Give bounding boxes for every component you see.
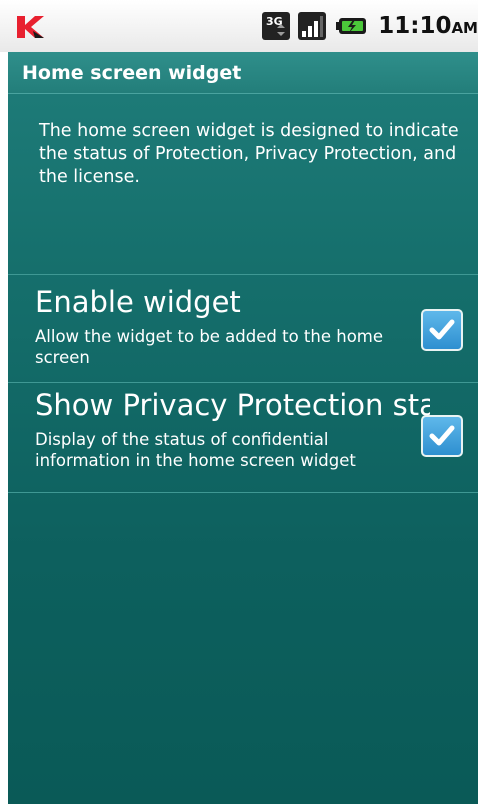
clock: 11:10AM [378,13,478,39]
title-bar: Home screen widget [8,52,478,94]
settings-screen: Home screen widget The home screen widge… [8,52,478,804]
signal-bars-icon [298,12,327,40]
checkmark-icon [429,425,455,446]
kaspersky-k-icon [17,16,44,38]
preference-enable-widget[interactable]: Enable widget Allow the widget to be add… [8,275,478,383]
battery-charging-icon [336,18,367,34]
preference-title: Show Privacy Protection status [35,388,430,422]
preference-show-privacy-status[interactable]: Show Privacy Protection status Display o… [8,383,478,493]
checkmark-icon [429,319,455,340]
clock-ampm: AM [451,19,478,37]
show-privacy-status-checkbox[interactable] [421,415,463,457]
preference-title: Enable widget [35,285,241,319]
clock-time: 11:10 [378,13,452,39]
page-title: Home screen widget [22,61,242,84]
preference-summary: Allow the widget to be added to the home… [35,327,384,367]
status-bar: 3G 11:10AM [0,0,478,52]
preference-summary: Display of the status of confidential in… [35,430,356,470]
enable-widget-checkbox[interactable] [421,309,463,351]
description-text: The home screen widget is designed to in… [8,94,478,275]
network-3g-icon: 3G [262,12,291,40]
